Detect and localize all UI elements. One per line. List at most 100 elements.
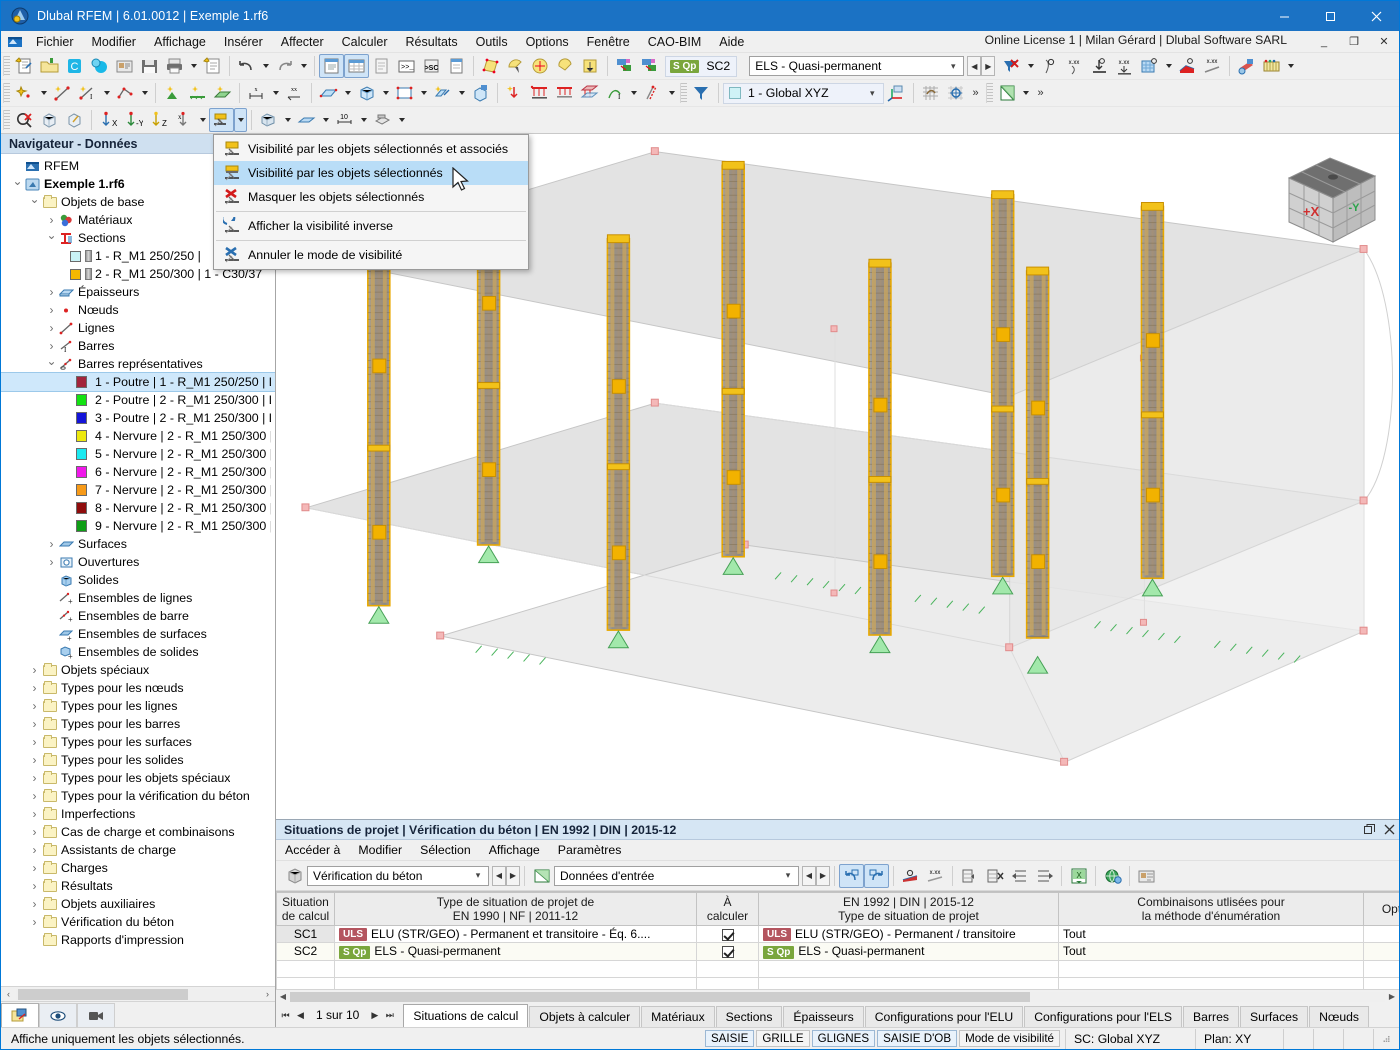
render-mode-icon[interactable]: [256, 108, 281, 132]
reaction-values-icon[interactable]: x.xx: [1112, 54, 1137, 78]
new-surface-dropdown-icon[interactable]: [341, 81, 354, 105]
load-case-next-button[interactable]: ▶: [981, 56, 996, 76]
new-opening-dropdown-icon[interactable]: [417, 81, 430, 105]
chevron-right-icon[interactable]: [28, 663, 41, 677]
tree-item-lignes[interactable]: Lignes: [1, 319, 275, 337]
tree-item-6-nervure-2-r-m1-250-300-l[interactable]: 6 - Nervure | 2 - R_M1 250/300 | L: [1, 463, 275, 481]
values-xxx-icon[interactable]: x.xx: [1062, 54, 1087, 78]
scroll-track[interactable]: [290, 991, 1385, 1002]
tree-item-3-poutre-2-r-m1-250-300-l[interactable]: 3 - Poutre | 2 - R_M1 250/300 | L :: [1, 409, 275, 427]
menu-item-masquer-les-objets-s-lectionn-s[interactable]: Masquer les objets sélectionnés: [214, 185, 528, 209]
deformation-icon[interactable]: [1037, 54, 1062, 78]
chevron-right-icon[interactable]: [28, 807, 41, 821]
member-load-icon[interactable]: [552, 81, 577, 105]
new-polyline-dropdown-icon[interactable]: [138, 81, 151, 105]
scroll-track[interactable]: [16, 988, 260, 1000]
menu-item-visibilit-par-les-objets-s-lectionn-s-et-associ-s[interactable]: Visibilité par les objets sélectionnés e…: [214, 137, 528, 161]
tree-item-rapports-d-impression[interactable]: Rapports d'impression: [1, 931, 275, 949]
menu-cao-bim[interactable]: CAO-BIM: [639, 31, 710, 53]
result-table-icon[interactable]: [1259, 54, 1284, 78]
excel-export-dropdown-icon[interactable]: [1020, 81, 1033, 105]
table-header-situation[interactable]: Situation de calcul: [276, 892, 335, 926]
tree-item-assistants-de-charge[interactable]: Assistants de charge: [1, 841, 275, 859]
chevron-down-icon[interactable]: [11, 177, 24, 191]
table-header-calc[interactable]: Àcalculer: [696, 892, 759, 926]
tree-item-types-pour-les-solides[interactable]: Types pour les solides: [1, 751, 275, 769]
chevron-right-icon[interactable]: [28, 753, 41, 767]
undo-dropdown-icon[interactable]: [259, 54, 272, 78]
toolbar-overflow-icon-2[interactable]: »: [1033, 81, 1049, 105]
tree-item-7-nervure-2-r-m1-250-300-l[interactable]: 7 - Nervure | 2 - R_M1 250/300 | L: [1, 481, 275, 499]
table-cell-calculate[interactable]: [696, 942, 759, 961]
tree-item-ensembles-de-solides[interactable]: + Ensembles de solides: [1, 643, 275, 661]
chevron-right-icon[interactable]: [45, 285, 58, 299]
new-surface-icon[interactable]: [316, 81, 341, 105]
load-case-combobox[interactable]: ELS - Quasi-permanent ▾: [749, 56, 965, 76]
new-member-dropdown-icon[interactable]: [100, 81, 113, 105]
table-cell-calculate[interactable]: [696, 924, 759, 944]
console-icon[interactable]: >>_: [394, 54, 419, 78]
new-member-icon[interactable]: I: [75, 81, 100, 105]
tree-item-solides[interactable]: Solides: [1, 571, 275, 589]
result-settings-icon[interactable]: [1234, 54, 1259, 78]
pager-next-button[interactable]: ▶: [367, 1010, 382, 1021]
insert-row-icon[interactable]: [957, 864, 982, 888]
undo-table-icon[interactable]: [839, 863, 864, 888]
nodal-load-icon[interactable]: [502, 81, 527, 105]
chevron-right-icon[interactable]: [28, 843, 41, 857]
dock-menu-acceder-a[interactable]: Accéder à: [276, 842, 349, 858]
scroll-right-icon[interactable]: ▶: [1385, 992, 1399, 1001]
delete-row-icon[interactable]: [982, 864, 1007, 888]
tree-item-types-pour-les-lignes[interactable]: Types pour les lignes: [1, 697, 275, 715]
line-support-icon[interactable]: [185, 81, 210, 105]
print-icon[interactable]: [162, 54, 187, 78]
dock-tab-mat-riaux[interactable]: Matériaux: [641, 1005, 715, 1027]
select-circle-icon[interactable]: [528, 54, 553, 78]
new-node-icon[interactable]: [12, 81, 37, 105]
toolbar-grip[interactable]: [3, 56, 10, 76]
tree-item-types-pour-la-v-rification-du-b-ton[interactable]: Types pour la vérification du béton: [1, 787, 275, 805]
window-system-icon[interactable]: [3, 33, 27, 51]
tree-item-types-pour-les-n-uds[interactable]: Types pour les nœuds: [1, 679, 275, 697]
dock-menu-parametres[interactable]: Paramètres: [549, 842, 631, 858]
open-folder-icon[interactable]: [37, 54, 62, 78]
tree-item-surfaces[interactable]: Surfaces: [1, 535, 275, 553]
chevron-right-icon[interactable]: [45, 213, 58, 227]
tree-item-ensembles-de-surfaces[interactable]: + Ensembles de surfaces: [1, 625, 275, 643]
dock-close-icon[interactable]: [1379, 821, 1399, 839]
zoom-window-icon[interactable]: [62, 108, 87, 132]
view-combobox[interactable]: Données d'entrée ▾: [554, 865, 799, 886]
chevron-right-icon[interactable]: [28, 771, 41, 785]
chevron-right-icon[interactable]: [28, 879, 41, 893]
status-button-saisie[interactable]: SAISIE: [704, 1030, 755, 1047]
chevron-right-icon[interactable]: [28, 735, 41, 749]
menu-item-afficher-la-visibilit-inverse[interactable]: Afficher la visibilité inverse: [214, 214, 528, 238]
grid-snap-icon[interactable]: [918, 81, 943, 105]
pager-first-button[interactable]: ⏮: [278, 1010, 293, 1021]
cloud-project-icon[interactable]: C: [62, 54, 87, 78]
chevron-right-icon[interactable]: [28, 699, 41, 713]
status-button-grille[interactable]: GRILLE: [756, 1030, 810, 1047]
plane-view-icon[interactable]: [294, 108, 319, 132]
chevron-right-icon[interactable]: [28, 897, 41, 911]
toolbar-grip[interactable]: [3, 83, 10, 103]
menu-aide[interactable]: Aide: [710, 31, 753, 53]
tree-item-charges[interactable]: Charges: [1, 859, 275, 877]
table-header-combis[interactable]: Combinaisons utlisées pour la méthode d'é…: [1058, 892, 1364, 926]
table-row[interactable]: SC2 S Qp ELS - Quasi-permanent S Qp ELS - Qu…: [276, 942, 1399, 961]
collapse-rows-icon[interactable]: [1007, 864, 1032, 888]
redo-table-icon[interactable]: [864, 863, 889, 888]
view-next-button[interactable]: ▶: [816, 865, 830, 886]
tree-item-n-uds[interactable]: Nœuds: [1, 301, 275, 319]
delete-results-icon[interactable]: [999, 54, 1024, 78]
show-values-icon[interactable]: x.xx: [923, 864, 948, 888]
navigator-horizontal-scrollbar[interactable]: ‹ ›: [1, 986, 275, 1001]
save-icon[interactable]: [137, 54, 162, 78]
info-panel-icon[interactable]: [444, 54, 469, 78]
chevron-right-icon[interactable]: [45, 303, 58, 317]
zoom-reset-icon[interactable]: [12, 108, 37, 132]
select-lasso-icon[interactable]: [553, 54, 578, 78]
zoom-all-icon[interactable]: [37, 108, 62, 132]
window-minimize-button[interactable]: [1261, 1, 1307, 31]
diagram-values-icon[interactable]: x.xx: [1200, 54, 1225, 78]
